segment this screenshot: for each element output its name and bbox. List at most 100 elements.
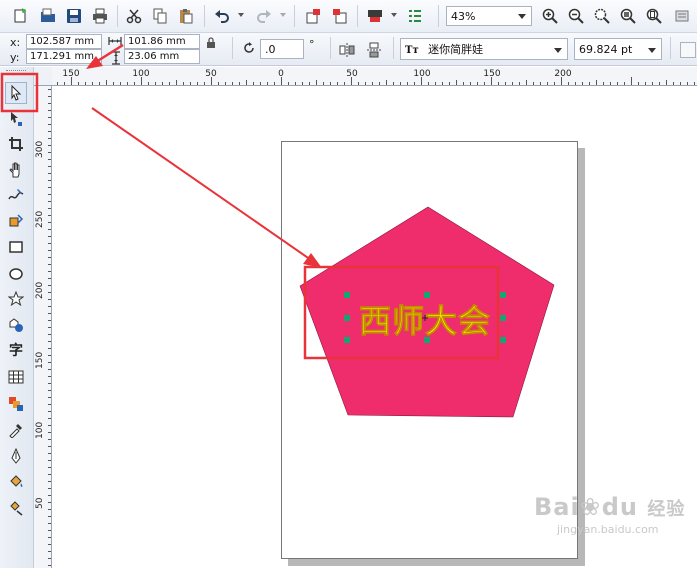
font-family-select[interactable]: Tт 迷你简胖娃 — [400, 38, 568, 60]
settings-icon[interactable] — [672, 6, 692, 26]
ruler-tick — [78, 82, 79, 85]
mirror-vertical-icon[interactable] — [364, 40, 384, 60]
ruler-tick — [302, 82, 303, 85]
crop-tool-icon[interactable] — [5, 133, 27, 155]
ruler-tick — [421, 77, 422, 85]
selection-handle[interactable] — [344, 337, 350, 343]
standard-toolbar: 43% — [0, 0, 697, 33]
interactive-fill-icon[interactable] — [5, 497, 27, 519]
mirror-horizontal-icon[interactable] — [337, 40, 357, 60]
ruler-tick — [414, 82, 415, 85]
pan-hand-icon[interactable] — [5, 159, 27, 181]
more-options-icon[interactable] — [680, 42, 696, 58]
zoom-all-icon[interactable] — [618, 6, 638, 26]
ruler-tick — [400, 82, 401, 85]
ruler-tick — [211, 77, 212, 85]
rotation-field[interactable]: .0 — [260, 39, 304, 59]
lock-ratio-icon[interactable] — [205, 37, 217, 49]
publish-dropdown-icon[interactable] — [391, 13, 397, 17]
fill-tool-icon[interactable] — [5, 471, 27, 493]
text-tool-icon[interactable]: 字 — [5, 339, 27, 361]
zoom-page-icon[interactable] — [644, 6, 664, 26]
ruler-tick — [48, 537, 51, 538]
selection-handle[interactable] — [500, 292, 506, 298]
ruler-tick — [48, 89, 51, 90]
paste-icon[interactable] — [176, 6, 196, 26]
ruler-tick — [48, 152, 51, 153]
ruler-tick — [225, 82, 226, 85]
y-position-field[interactable]: 171.291 mm — [26, 49, 102, 64]
ruler-tick — [183, 82, 184, 85]
new-icon[interactable] — [10, 6, 30, 26]
star-tool-icon[interactable] — [5, 288, 27, 310]
ruler-tick — [673, 82, 674, 85]
ruler-tick — [85, 82, 86, 85]
shape-tool-icon[interactable] — [5, 108, 27, 130]
smart-fill-icon[interactable] — [5, 210, 27, 232]
cut-icon[interactable] — [124, 6, 144, 26]
font-size-select[interactable]: 69.824 pt — [574, 38, 662, 60]
ruler-tick — [48, 180, 51, 181]
blend-tool-icon[interactable] — [5, 393, 27, 415]
table-tool-icon[interactable] — [5, 366, 27, 388]
x-position-field[interactable]: 102.587 mm — [26, 34, 102, 49]
toolbox-grip[interactable] — [6, 70, 26, 74]
ruler-tick — [498, 82, 499, 85]
paw-icon: ❀ — [580, 493, 602, 521]
ruler-tick — [48, 446, 51, 447]
print-icon[interactable] — [90, 6, 110, 26]
publish-icon[interactable] — [365, 6, 385, 26]
vertical-ruler[interactable]: 300 250 200 150 100 50 — [34, 86, 52, 568]
ruler-tick — [267, 82, 268, 85]
ruler-tick — [48, 530, 51, 531]
selection-handle[interactable] — [344, 292, 350, 298]
basic-shapes-icon[interactable] — [5, 314, 27, 336]
width-field[interactable]: 101.86 mm — [124, 34, 200, 49]
ruler-tick — [393, 82, 394, 85]
align-icon[interactable] — [405, 6, 425, 26]
ruler-origin[interactable] — [34, 67, 53, 86]
freehand-tool-icon[interactable] — [5, 184, 27, 206]
height-field[interactable]: 23.06 mm — [124, 49, 200, 64]
eyedropper-icon[interactable] — [5, 419, 27, 441]
copy-icon[interactable] — [150, 6, 170, 26]
open-icon[interactable] — [38, 6, 58, 26]
ruler-tick — [540, 82, 541, 85]
export-icon[interactable] — [330, 6, 350, 26]
ruler-tick — [351, 77, 352, 85]
ruler-tick — [680, 82, 681, 85]
zoom-out-icon[interactable] — [566, 6, 586, 26]
import-icon[interactable] — [303, 6, 323, 26]
selection-handle[interactable] — [424, 337, 430, 343]
zoom-level-select[interactable]: 43% — [446, 6, 532, 26]
drawing-canvas[interactable]: 西师大会 Bai❀du 经验 jingyan.baidu.com — [52, 86, 697, 568]
selection-handle[interactable] — [424, 292, 430, 298]
ruler-tick — [48, 362, 51, 363]
annotation-arrow-line — [91, 107, 315, 263]
save-icon[interactable] — [64, 6, 84, 26]
redo-icon[interactable] — [254, 6, 274, 26]
ellipse-tool-icon[interactable] — [5, 263, 27, 285]
pick-tool-icon[interactable] — [5, 82, 27, 104]
ruler-tick — [512, 82, 513, 85]
ruler-tick — [253, 82, 254, 85]
ruler-label: 50 — [35, 497, 45, 509]
ruler-label: 150 — [35, 351, 45, 369]
zoom-in-icon[interactable] — [540, 6, 560, 26]
horizontal-ruler[interactable]: 150 100 50 0 50 100 150 200 — [52, 67, 697, 86]
ruler-tick — [386, 80, 387, 85]
ruler-tick — [48, 390, 51, 391]
undo-icon[interactable] — [212, 6, 232, 26]
outline-pen-icon[interactable] — [5, 445, 27, 467]
ruler-tick — [484, 82, 485, 85]
selection-handle[interactable] — [500, 337, 506, 343]
rectangle-tool-icon[interactable] — [5, 236, 27, 258]
ruler-tick — [48, 306, 51, 307]
selection-handle[interactable] — [344, 315, 350, 321]
undo-dropdown-icon[interactable] — [238, 13, 244, 17]
ruler-label: 200 — [35, 281, 45, 299]
redo-dropdown-icon[interactable] — [280, 13, 286, 17]
ruler-label: 250 — [35, 210, 45, 228]
selection-handle[interactable] — [500, 315, 506, 321]
zoom-selected-icon[interactable] — [592, 6, 612, 26]
